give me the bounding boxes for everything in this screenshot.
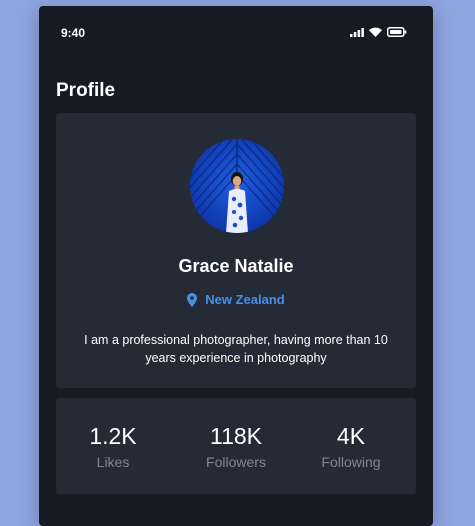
signal-icon <box>350 27 364 37</box>
stats-card: 1.2K Likes 118K Followers 4K Following <box>56 398 416 494</box>
stat-value: 1.2K <box>89 423 137 449</box>
avatar[interactable] <box>190 139 284 233</box>
profile-location: New Zealand <box>56 292 416 307</box>
stat-following[interactable]: 4K Following <box>296 422 406 470</box>
stat-likes[interactable]: 1.2K Likes <box>58 422 168 470</box>
stat-label: Likes <box>96 454 130 470</box>
stat-label: Followers <box>206 454 266 470</box>
stat-label: Following <box>321 454 381 470</box>
stat-value: 118K <box>209 423 262 449</box>
status-icons <box>350 27 407 37</box>
profile-card: Grace Natalie New Zealand I am a profess… <box>56 113 416 388</box>
phone-screen: 9:40 Profile Grace Natalie New Zealand I… <box>39 6 433 526</box>
profile-bio: I am a professional photographer, having… <box>84 333 388 365</box>
location-pin-icon <box>187 292 198 307</box>
battery-icon <box>387 27 407 37</box>
status-bar: 9:40 <box>39 6 433 62</box>
stat-followers[interactable]: 118K Followers <box>181 422 291 470</box>
profile-name: Grace Natalie <box>178 256 294 276</box>
avatar-photo <box>190 139 284 233</box>
location-text: New Zealand <box>205 292 285 307</box>
stat-value: 4K <box>336 423 366 449</box>
status-time: 9:40 <box>61 26 86 40</box>
page-title: Profile <box>56 80 116 101</box>
wifi-icon <box>369 27 382 37</box>
